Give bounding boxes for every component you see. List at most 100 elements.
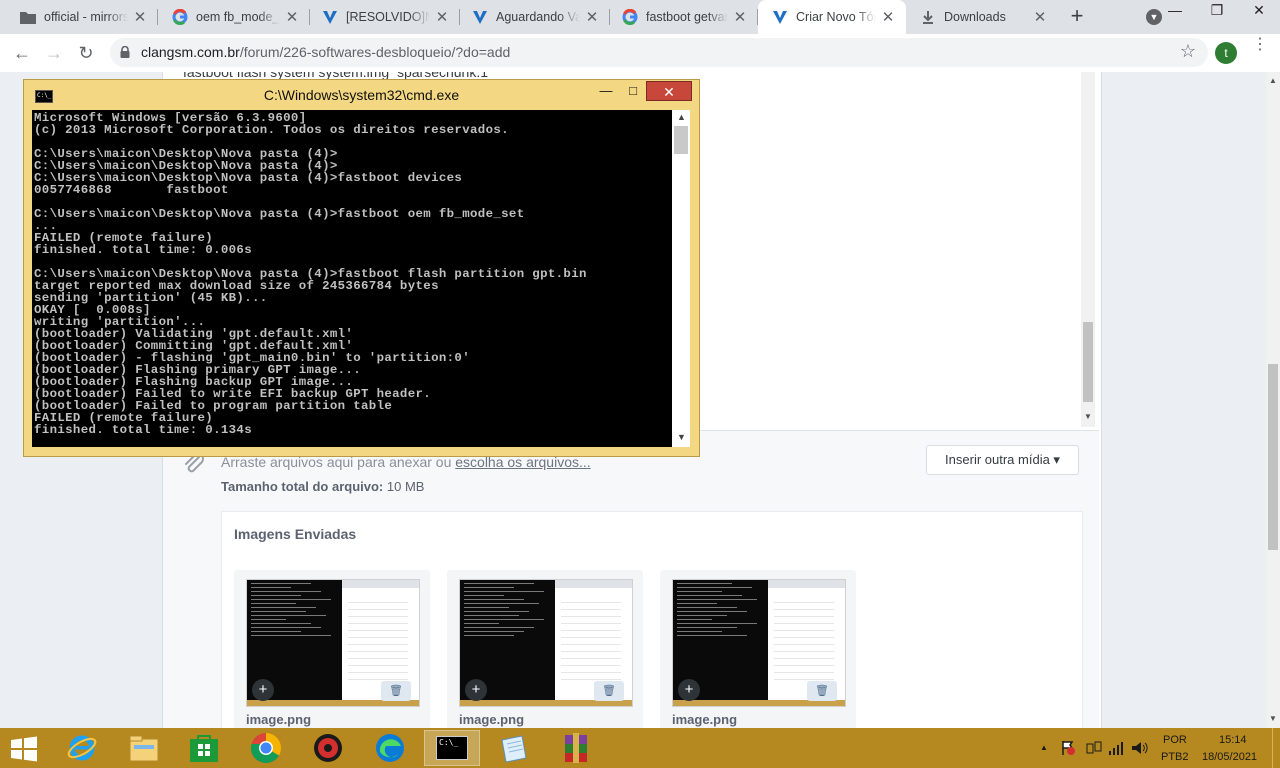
delete-image-trash-icon[interactable]: 🗑 <box>381 681 411 701</box>
taskbar-winrar[interactable] <box>548 730 604 766</box>
uploaded-image-thumbnail[interactable]: + 🗑 <box>672 579 846 707</box>
file-size-label: Tamanho total do arquivo: <box>221 479 384 494</box>
scroll-up-arrow-icon[interactable]: ▲ <box>1269 76 1277 85</box>
tab-fastboot-getvar[interactable]: fastboot getvar ✕ <box>608 0 758 34</box>
tab-aguardando[interactable]: Aguardando Va ✕ <box>458 0 610 34</box>
uploaded-image-thumbnail[interactable]: + 🗑 <box>459 579 633 707</box>
delete-image-trash-icon[interactable]: 🗑 <box>594 681 624 701</box>
scroll-down-arrow-icon[interactable]: ▼ <box>1084 412 1092 421</box>
tab-downloads[interactable]: Downloads ✕ <box>906 0 1058 34</box>
cmd-titlebar[interactable]: C:\_ C:\Windows\system32\cmd.exe — □ ✕ <box>24 80 699 110</box>
upload-card[interactable]: + 🗑 image.png <box>660 570 856 728</box>
taskbar-chrome[interactable] <box>238 730 294 766</box>
total-file-size: Tamanho total do arquivo: 10 MB <box>221 479 424 494</box>
show-desktop-button[interactable] <box>1272 728 1280 768</box>
internet-explorer-icon <box>67 735 97 761</box>
download-icon <box>920 9 936 25</box>
forward-button[interactable]: → <box>40 39 68 67</box>
forum-v-icon <box>472 9 488 25</box>
edge-icon <box>376 734 404 762</box>
tray-overflow-arrow-icon[interactable]: ▲ <box>1040 743 1048 752</box>
close-icon[interactable]: ✕ <box>728 5 752 29</box>
tab-title: official - mirrors <box>44 10 128 24</box>
action-center-flag-icon[interactable] <box>1060 740 1076 756</box>
close-icon[interactable]: ✕ <box>580 5 604 29</box>
windows-store-icon <box>190 735 218 762</box>
page-scrollbar-thumb[interactable] <box>1268 364 1278 550</box>
google-icon <box>622 9 638 25</box>
scroll-down-arrow-icon[interactable]: ▼ <box>677 432 686 442</box>
network-icon[interactable] <box>1086 740 1102 756</box>
folder-icon <box>20 9 36 25</box>
uploaded-images-box: Imagens Enviadas + 🗑 image.png + 🗑 image… <box>221 511 1083 728</box>
insert-media-button[interactable]: Inserir outra mídia ▾ <box>926 445 1079 475</box>
browser-toolbar: ← → ↻ clangsm.com.br/forum/226-softwares… <box>0 34 1280 73</box>
console-scrollbar-thumb[interactable] <box>674 126 688 154</box>
profile-avatar[interactable]: t <box>1215 42 1237 64</box>
scroll-up-arrow-icon[interactable]: ▲ <box>677 112 686 122</box>
url-path: /forum/226-softwares-desbloqueio/?do=add <box>239 44 511 60</box>
file-explorer-icon <box>129 735 159 762</box>
tab-criar-novo-topico[interactable]: Criar Novo Tópi ✕ <box>758 0 906 34</box>
maximize-button[interactable]: ❐ <box>1196 0 1238 22</box>
editor-scrollbar-thumb[interactable] <box>1083 322 1093 402</box>
tab-title: Downloads <box>944 10 1006 24</box>
url-text[interactable]: clangsm.com.br/forum/226-softwares-desbl… <box>141 44 510 60</box>
clock-time[interactable]: 15:14 <box>1219 734 1247 746</box>
close-window-button[interactable]: ✕ <box>1238 0 1280 22</box>
close-icon[interactable]: ✕ <box>876 5 900 29</box>
tab-strip: official - mirrors ✕ oem fb_mode_set ✕ [… <box>0 0 1280 34</box>
page-scrollbar[interactable]: ▲ ▼ <box>1266 72 1280 728</box>
forum-v-icon <box>322 9 338 25</box>
insert-image-plus-icon[interactable]: + <box>252 679 274 701</box>
minimize-button[interactable]: — <box>1154 0 1196 22</box>
volume-icon[interactable] <box>1131 740 1149 756</box>
uploaded-images-title: Imagens Enviadas <box>234 526 357 542</box>
reload-button[interactable]: ↻ <box>72 39 100 67</box>
attachment-drop-area[interactable]: Arraste arquivos aqui para anexar ou esc… <box>163 430 1099 728</box>
taskbar-file-explorer[interactable] <box>116 730 172 766</box>
close-icon[interactable]: ✕ <box>430 5 454 29</box>
windows-start-icon[interactable] <box>9 736 39 762</box>
upload-card[interactable]: + 🗑 image.png <box>447 570 643 728</box>
insert-image-plus-icon[interactable]: + <box>465 679 487 701</box>
cmd-maximize-button[interactable]: □ <box>621 81 645 101</box>
close-icon[interactable]: ✕ <box>128 5 152 29</box>
taskbar-windows-store[interactable] <box>176 730 232 766</box>
insert-image-plus-icon[interactable]: + <box>678 679 700 701</box>
close-icon[interactable]: ✕ <box>1028 5 1052 29</box>
scroll-down-arrow-icon[interactable]: ▼ <box>1269 714 1277 723</box>
new-tab-button[interactable]: + <box>1064 5 1090 29</box>
clock-date[interactable]: 18/05/2021 <box>1202 751 1257 763</box>
bookmark-star-icon[interactable]: ☆ <box>1180 41 1196 62</box>
tab-official-mirrors[interactable]: official - mirrors ✕ <box>6 0 158 34</box>
taskbar-internet-explorer[interactable] <box>54 730 110 766</box>
tab-title: [RESOLVIDO]Mo <box>346 10 430 24</box>
language-indicator[interactable]: POR <box>1163 734 1187 746</box>
cmd-console[interactable]: Microsoft Windows [versão 6.3.9600] (c) … <box>32 110 690 447</box>
uploaded-image-thumbnail[interactable]: + 🗑 <box>246 579 420 707</box>
address-bar[interactable]: clangsm.com.br/forum/226-softwares-desbl… <box>110 38 1208 67</box>
editor-scrollbar[interactable]: ▼ <box>1081 72 1095 427</box>
cmd-window[interactable]: C:\_ C:\Windows\system32\cmd.exe — □ ✕ M… <box>23 79 700 457</box>
keyboard-layout-indicator[interactable]: PTB2 <box>1161 751 1189 763</box>
lock-icon[interactable] <box>120 46 130 58</box>
delete-image-trash-icon[interactable]: 🗑 <box>807 681 837 701</box>
taskbar-red-tool[interactable] <box>300 730 356 766</box>
cmd-close-button[interactable]: ✕ <box>646 81 692 101</box>
url-host: clangsm.com.br <box>141 44 240 60</box>
taskbar-edge[interactable] <box>362 730 418 766</box>
back-button[interactable]: ← <box>8 39 36 67</box>
close-icon[interactable]: ✕ <box>280 5 304 29</box>
kebab-menu-icon[interactable]: ⋮ <box>1252 37 1268 64</box>
cmd-minimize-button[interactable]: — <box>594 81 618 101</box>
tab-resolvido[interactable]: [RESOLVIDO]Mo ✕ <box>308 0 460 34</box>
taskbar: C:\_ ▲ POR PTB2 15:14 18/05/2021 <box>0 728 1280 768</box>
console-scrollbar[interactable]: ▲ ▼ <box>672 110 690 447</box>
taskbar-notepad[interactable] <box>486 730 542 766</box>
tab-oem-fb-mode-set[interactable]: oem fb_mode_set ✕ <box>158 0 310 34</box>
signal-strength-icon[interactable] <box>1108 740 1124 756</box>
taskbar-cmd[interactable]: C:\_ <box>424 730 480 766</box>
google-icon <box>172 9 188 25</box>
upload-card[interactable]: + 🗑 image.png <box>234 570 430 728</box>
